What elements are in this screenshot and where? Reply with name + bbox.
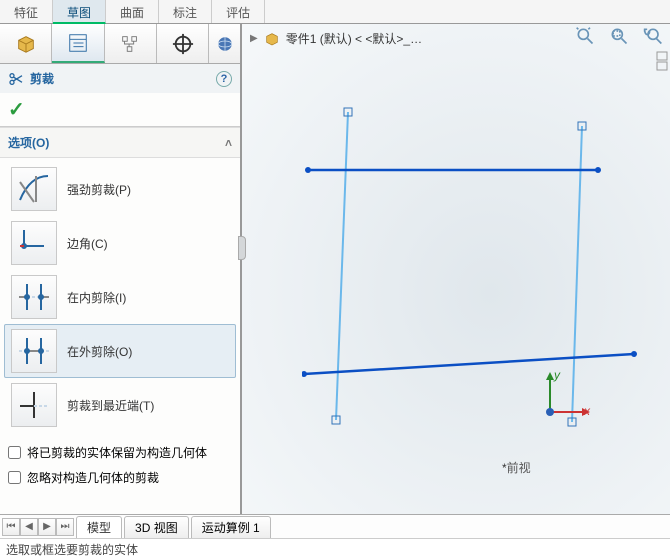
panel-tab-strip <box>0 24 240 64</box>
command-manager-tabs: 特征 草图 曲面 标注 评估 <box>0 0 670 24</box>
previous-view-button[interactable] <box>640 24 666 48</box>
graphics-area[interactable]: ▶ 零件1 (默认) < <默认>_… <box>242 24 670 514</box>
trim-nearest-icon <box>16 388 52 422</box>
part-icon <box>264 31 280 47</box>
tab-annotate[interactable]: 标注 <box>159 0 212 23</box>
zoom-window-icon <box>608 26 630 46</box>
option-corner[interactable]: 边角(C) <box>4 216 236 270</box>
option-trim-nearest[interactable]: 剪裁到最近端(T) <box>4 378 236 432</box>
check-ignore-construction[interactable]: 忽略对构造几何体的剪裁 <box>0 465 240 490</box>
option-label: 在内剪除(I) <box>67 289 126 306</box>
option-label: 边角(C) <box>67 235 108 252</box>
power-trim-icon <box>16 172 52 206</box>
panel-tab-dimxpert[interactable] <box>157 24 209 63</box>
panel-tab-feature-manager[interactable] <box>0 24 52 63</box>
scroll-first-button[interactable]: ⏮ <box>2 518 20 536</box>
flyout-tree-toggle[interactable]: ▶ <box>250 33 258 44</box>
corner-trim-icon <box>16 226 52 260</box>
feature-title: 剪裁 <box>30 70 54 87</box>
tree-icon <box>119 33 141 55</box>
ok-button[interactable]: ✓ <box>8 99 25 121</box>
option-trim-outside[interactable]: 在外剪除(O) <box>4 324 236 378</box>
panel-tab-configuration[interactable] <box>105 24 157 63</box>
axis-label-x: x <box>584 404 590 418</box>
trim-inside-icon <box>16 280 52 314</box>
list-icon <box>67 32 89 54</box>
trim-outside-icon <box>16 334 52 368</box>
heads-up-toolbar <box>572 24 666 48</box>
option-label: 在外剪除(O) <box>67 343 132 360</box>
bottom-tab-bar: ⏮ ◀ ▶ ⏭ 模型 3D 视图 运动算例 1 <box>0 514 670 538</box>
viewport-splitter[interactable] <box>654 48 670 74</box>
options-section-header[interactable]: 选项(O) ˄ <box>0 127 240 158</box>
option-trim-inside[interactable]: 在内剪除(I) <box>4 270 236 324</box>
splitter-icon <box>656 51 668 71</box>
zoom-fit-icon <box>574 26 596 46</box>
checkbox-label: 将已剪裁的实体保留为构造几何体 <box>27 444 207 461</box>
option-label: 强劲剪裁(P) <box>67 181 131 198</box>
tab-surfaces[interactable]: 曲面 <box>106 0 159 23</box>
scroll-next-button[interactable]: ▶ <box>38 518 56 536</box>
bottom-tab-model[interactable]: 模型 <box>76 516 122 538</box>
checkbox[interactable] <box>8 471 21 484</box>
scissors-icon <box>8 71 24 87</box>
trim-options-list: 强劲剪裁(P) 边角(C) 在内剪除(I) 在外剪除(O) <box>0 158 240 440</box>
zoom-to-fit-button[interactable] <box>572 24 598 48</box>
option-power-trim[interactable]: 强劲剪裁(P) <box>4 162 236 216</box>
check-keep-as-construction[interactable]: 将已剪裁的实体保留为构造几何体 <box>0 440 240 465</box>
scroll-last-button[interactable]: ⏭ <box>56 518 74 536</box>
property-manager: 剪裁 ? ✓ 选项(O) ˄ 强劲剪裁(P) <box>0 24 242 514</box>
axis-label-y: y <box>554 368 560 382</box>
checkbox-label: 忽略对构造几何体的剪裁 <box>27 469 159 486</box>
view-triad <box>542 372 590 420</box>
checkbox[interactable] <box>8 446 21 459</box>
panel-tab-appearance[interactable] <box>209 24 240 63</box>
status-bar: 选取或框选要剪裁的实体 <box>0 538 670 558</box>
box-icon <box>15 33 37 55</box>
chevron-up-icon: ˄ <box>225 136 232 150</box>
options-section-title: 选项(O) <box>8 134 49 151</box>
option-label: 剪裁到最近端(T) <box>67 397 154 414</box>
scroll-prev-button[interactable]: ◀ <box>20 518 38 536</box>
document-name[interactable]: 零件1 (默认) < <默认>_… <box>286 30 422 47</box>
zoom-window-button[interactable] <box>606 24 632 48</box>
status-text: 选取或框选要剪裁的实体 <box>6 543 138 557</box>
tab-evaluate[interactable]: 评估 <box>212 0 265 23</box>
globe-icon <box>216 35 234 53</box>
sketch-geometry <box>302 104 670 444</box>
panel-tab-property-manager[interactable] <box>52 24 104 63</box>
zoom-prev-icon <box>642 26 664 46</box>
target-icon <box>172 33 194 55</box>
view-orientation-label: *前视 <box>502 459 531 476</box>
bottom-tab-3dview[interactable]: 3D 视图 <box>124 516 189 538</box>
bottom-tab-motion[interactable]: 运动算例 1 <box>191 516 271 538</box>
tab-features[interactable]: 特征 <box>0 0 53 23</box>
panel-splitter[interactable] <box>238 236 246 260</box>
help-button[interactable]: ? <box>216 71 232 87</box>
tab-sketch[interactable]: 草图 <box>53 0 106 24</box>
